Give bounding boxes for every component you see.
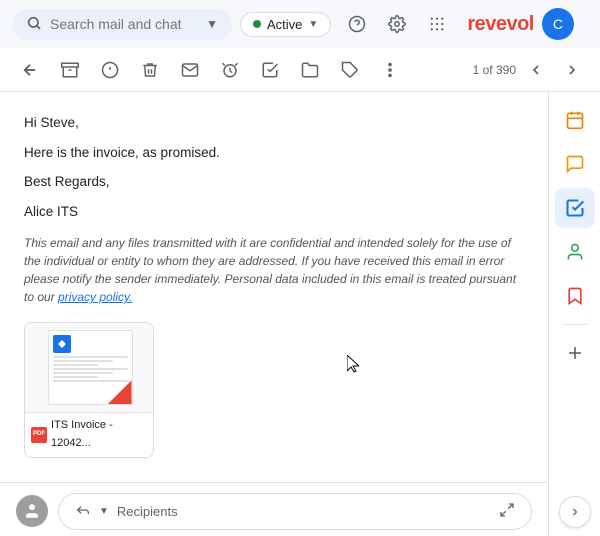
search-dropdown-icon[interactable]: ▼ <box>206 17 218 31</box>
search-bar[interactable]: ▼ <box>12 9 232 40</box>
settings-button[interactable] <box>379 6 415 42</box>
delete-button[interactable] <box>132 52 168 88</box>
sidebar-tasks-button[interactable] <box>555 188 595 228</box>
email-signature: Alice ITS <box>24 201 524 223</box>
apps-button[interactable] <box>419 6 455 42</box>
line4 <box>53 368 128 370</box>
topbar: ▼ Active ▼ revevol <box>0 0 600 48</box>
email-content-area: Hi Steve, Here is the invoice, as promis… <box>0 92 548 536</box>
next-page-button[interactable] <box>556 54 588 86</box>
attachment-filename: ITS Invoice - 12042... <box>51 417 147 452</box>
line1 <box>53 356 128 358</box>
email-body: Hi Steve, Here is the invoice, as promis… <box>0 92 548 474</box>
reply-recipients-label: Recipients <box>117 504 178 519</box>
right-sidebar <box>548 92 600 536</box>
sidebar-divider <box>563 324 587 325</box>
attachment-thumbnail <box>48 330 133 405</box>
reply-avatar <box>16 495 48 527</box>
email-line1: Here is the invoice, as promised. <box>24 142 524 164</box>
back-button[interactable] <box>12 52 48 88</box>
active-status-badge[interactable]: Active ▼ <box>240 12 331 37</box>
page-indicator: 1 of 390 <box>473 63 516 77</box>
brand-area: revevol <box>463 13 534 36</box>
line3 <box>53 364 98 366</box>
active-dropdown-icon: ▼ <box>308 19 318 30</box>
search-input[interactable] <box>50 16 198 32</box>
sidebar-expand-button[interactable] <box>559 496 591 528</box>
reply-area: ▼ Recipients <box>0 482 548 536</box>
task-button[interactable] <box>252 52 288 88</box>
more-button[interactable] <box>372 52 408 88</box>
reply-box[interactable]: ▼ Recipients <box>58 493 532 530</box>
attachment-preview <box>25 323 154 413</box>
move-button[interactable] <box>292 52 328 88</box>
line7 <box>53 380 128 382</box>
line6 <box>53 376 98 378</box>
sidebar-add-button[interactable] <box>555 333 595 373</box>
pdf-corner-mark <box>108 380 132 404</box>
sidebar-bottom <box>559 496 591 528</box>
brand-name: revevol <box>467 13 534 36</box>
active-dot-icon <box>253 20 261 28</box>
reply-box-left: ▼ Recipients <box>75 502 178 521</box>
help-button[interactable] <box>339 6 375 42</box>
snooze-button[interactable] <box>212 52 248 88</box>
line5 <box>53 372 113 374</box>
search-icon <box>26 15 42 34</box>
attachment-logo <box>53 335 71 353</box>
email-closing: Best Regards, <box>24 171 524 193</box>
spam-button[interactable] <box>92 52 128 88</box>
reply-dropdown-icon: ▼ <box>99 506 109 517</box>
email-button[interactable] <box>172 52 208 88</box>
email-greeting: Hi Steve, <box>24 112 524 134</box>
reply-forward-icon <box>75 502 91 521</box>
sidebar-chat-button[interactable] <box>555 144 595 184</box>
active-label: Active <box>267 17 302 32</box>
sidebar-calendar-button[interactable] <box>555 100 595 140</box>
archive-button[interactable] <box>52 52 88 88</box>
prev-page-button[interactable] <box>520 54 552 86</box>
email-attachment[interactable]: PDF ITS Invoice - 12042... <box>24 322 154 457</box>
label-button[interactable] <box>332 52 368 88</box>
privacy-policy-link[interactable]: privacy policy. <box>58 290 132 304</box>
sidebar-bookmark-button[interactable] <box>555 276 595 316</box>
email-disclaimer: This email and any files transmitted wit… <box>24 234 524 306</box>
line2 <box>53 360 113 362</box>
email-toolbar: 1 of 390 <box>0 48 600 92</box>
main-layout: Hi Steve, Here is the invoice, as promis… <box>0 92 600 536</box>
pdf-type-icon: PDF <box>31 427 47 443</box>
sidebar-contacts-button[interactable] <box>555 232 595 272</box>
user-avatar[interactable]: C <box>542 8 574 40</box>
attachment-label-row: PDF ITS Invoice - 12042... <box>25 413 153 456</box>
reply-expand-icon[interactable] <box>499 502 515 521</box>
topbar-icons <box>339 6 455 42</box>
